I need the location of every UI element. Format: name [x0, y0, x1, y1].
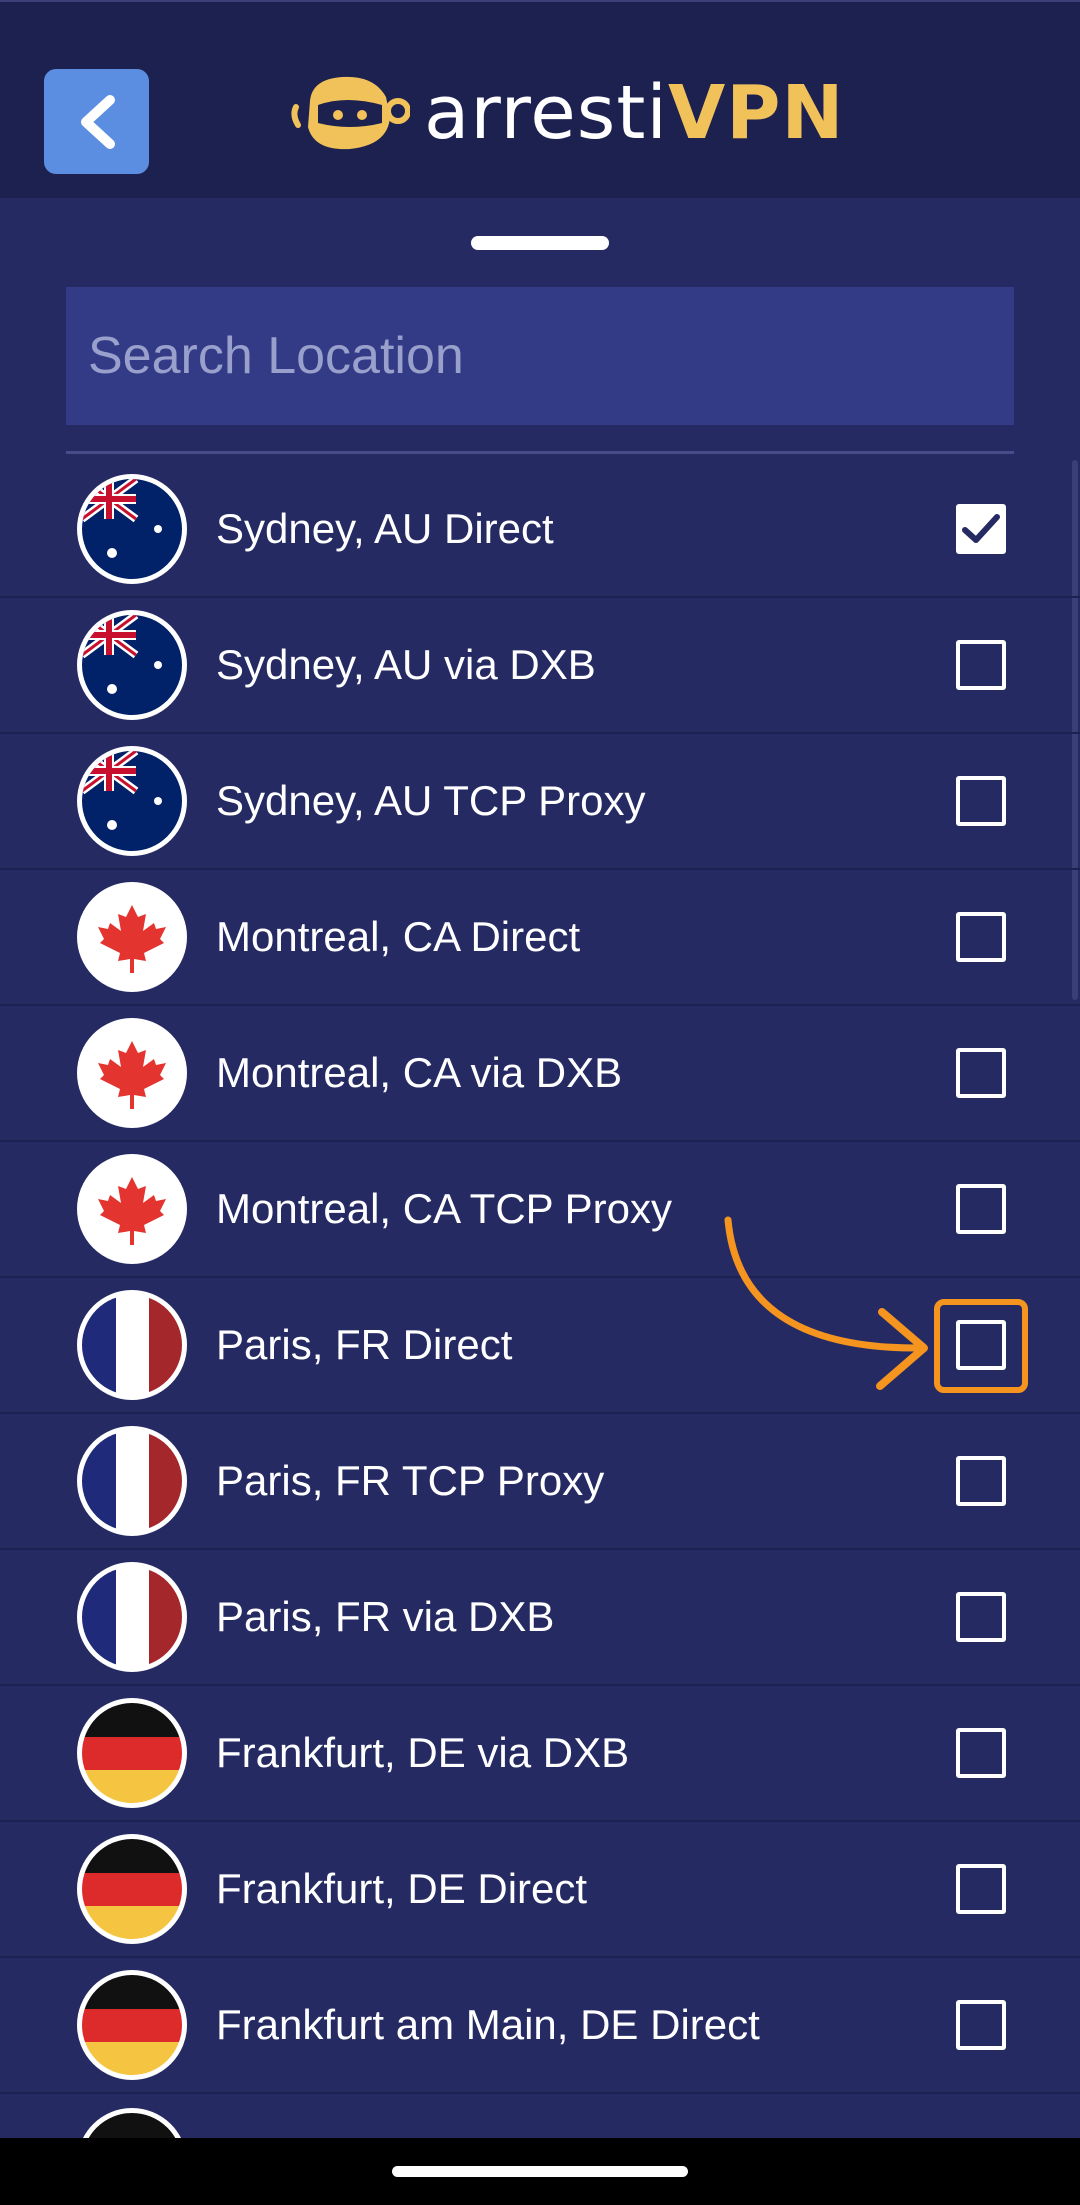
location-label: Frankfurt, DE Direct — [216, 1865, 588, 1912]
location-checkbox[interactable] — [956, 1728, 1006, 1778]
location-row[interactable]: Frankfurt, DE Direct — [0, 1822, 1080, 1958]
location-label: Sydney, AU via DXB — [216, 641, 596, 688]
sheet-drag-handle[interactable] — [471, 236, 609, 250]
location-row-partial[interactable] — [0, 2094, 1080, 2138]
checkmark-icon — [962, 514, 1000, 543]
app-logo: arrestiVPN — [290, 68, 844, 158]
home-indicator[interactable] — [392, 2166, 688, 2177]
annotation-arrow-icon — [724, 1216, 928, 1390]
search-box — [66, 287, 1014, 425]
location-label: Paris, FR Direct — [216, 1321, 513, 1368]
location-row[interactable]: Paris, FR TCP Proxy — [0, 1414, 1080, 1550]
location-row[interactable]: Frankfurt, DE via DXB — [0, 1686, 1080, 1822]
location-checkbox[interactable] — [956, 912, 1006, 962]
location-label: Montreal, CA Direct — [216, 913, 581, 960]
search-divider — [66, 451, 1014, 454]
de-flag-icon — [77, 1698, 187, 1808]
location-checkbox[interactable] — [956, 1592, 1006, 1642]
fr-flag-icon — [77, 1290, 187, 1400]
location-checkbox[interactable] — [956, 1184, 1006, 1234]
location-row[interactable]: Paris, FR via DXB — [0, 1550, 1080, 1686]
annotation-highlight-box — [934, 1299, 1028, 1393]
location-row[interactable]: Sydney, AU via DXB — [0, 598, 1080, 734]
location-label: Frankfurt, DE via DXB — [216, 1729, 630, 1776]
location-checkbox[interactable] — [956, 1456, 1006, 1506]
location-checkbox[interactable] — [956, 2000, 1006, 2050]
search-input[interactable] — [66, 287, 1014, 425]
au-flag-icon — [77, 474, 187, 584]
mascot-logo-icon — [291, 76, 410, 150]
fr-flag-icon — [77, 1562, 187, 1672]
location-label: Paris, FR TCP Proxy — [216, 1457, 605, 1504]
location-checkbox[interactable] — [956, 776, 1006, 826]
location-checkbox[interactable] — [956, 1864, 1006, 1914]
location-label: Montreal, CA via DXB — [216, 1049, 623, 1096]
logo-text-vpn: VPN — [667, 70, 845, 156]
de-flag-icon — [77, 1970, 187, 2080]
ca-flag-icon — [77, 1154, 187, 1264]
location-label: Sydney, AU Direct — [216, 505, 554, 552]
location-label: Montreal, CA TCP Proxy — [216, 1185, 672, 1232]
location-checkbox[interactable] — [956, 504, 1006, 554]
back-button[interactable] — [44, 69, 149, 174]
au-flag-icon — [77, 610, 187, 720]
location-row[interactable]: Sydney, AU TCP Proxy — [0, 734, 1080, 870]
location-row[interactable]: Frankfurt am Main, DE Direct — [0, 1958, 1080, 2094]
location-label: Paris, FR via DXB — [216, 1593, 555, 1640]
ca-flag-icon — [77, 882, 187, 992]
ca-flag-icon — [77, 1018, 187, 1128]
logo-text-arresti: arresti — [424, 70, 668, 156]
location-label: Frankfurt am Main, DE Direct — [216, 2001, 760, 2048]
location-row[interactable]: Sydney, AU Direct — [0, 462, 1080, 598]
app-screen: arrestiVPN Sydney, AU Direct Sydney, AU v… — [0, 0, 1080, 2205]
au-flag-icon — [77, 746, 187, 856]
location-label: Sydney, AU TCP Proxy — [216, 777, 646, 824]
location-row[interactable]: Montreal, CA via DXB — [0, 1006, 1080, 1142]
de-flag-icon — [77, 1834, 187, 1944]
location-row[interactable]: Montreal, CA Direct — [0, 870, 1080, 1006]
location-checkbox[interactable] — [956, 1048, 1006, 1098]
fr-flag-icon — [77, 1426, 187, 1536]
app-logo-text: arrestiVPN — [424, 76, 844, 150]
flag-icon — [77, 2108, 187, 2138]
app-header: arrestiVPN — [0, 0, 1080, 198]
location-checkbox[interactable] — [956, 640, 1006, 690]
chevron-left-icon — [80, 94, 115, 149]
